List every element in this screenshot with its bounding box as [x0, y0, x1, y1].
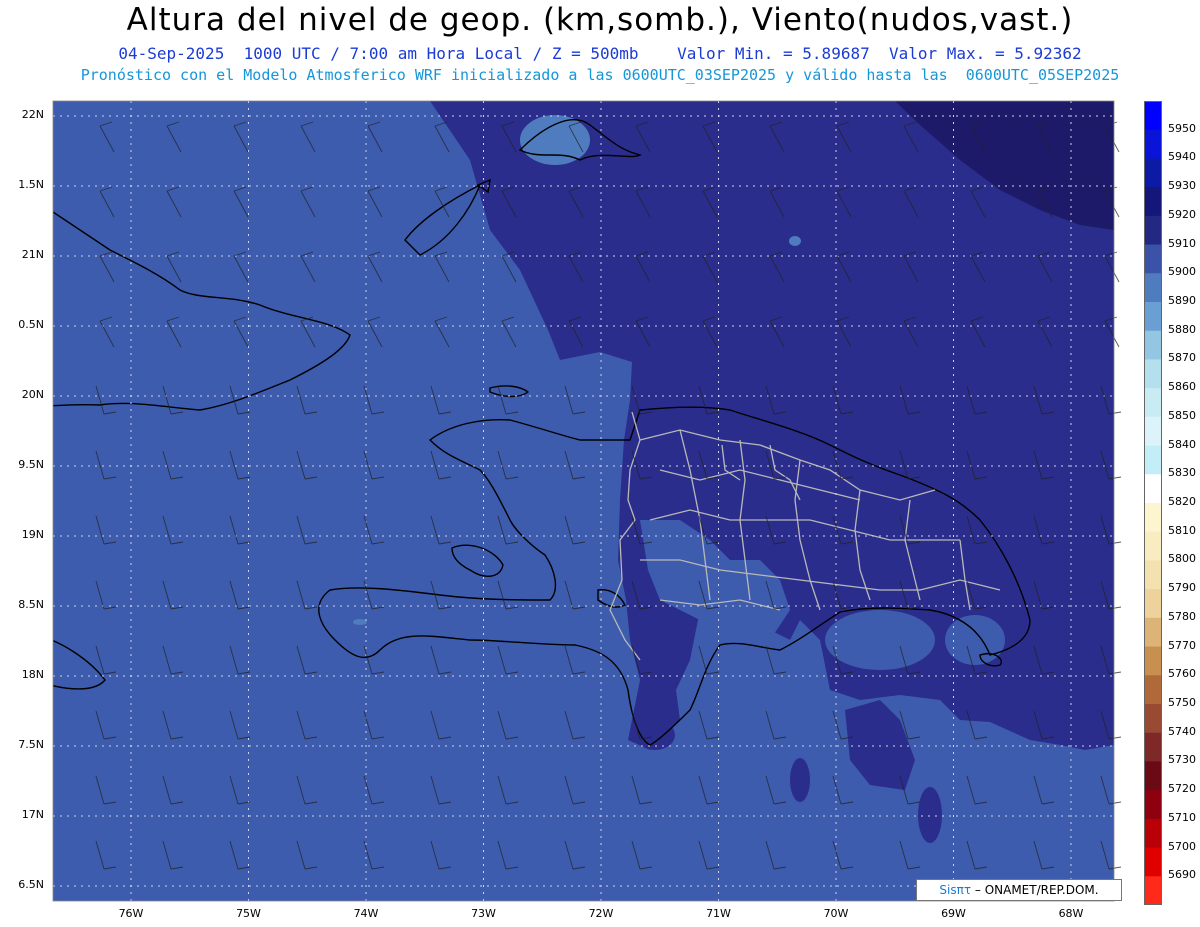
- lat-tick-label: 20N: [21, 388, 44, 401]
- colorbar-swatch: [1144, 790, 1162, 820]
- shade-5890-patch: [353, 619, 367, 625]
- colorbar-level-label: 5840: [1168, 437, 1196, 451]
- colorbar-level-label: 5750: [1168, 696, 1196, 709]
- shade-5910-patch: [918, 787, 942, 843]
- colorbar-level-label: 5940: [1168, 150, 1196, 164]
- colorbar-swatch: [1144, 416, 1162, 447]
- colorbar-level-label: 5850: [1168, 408, 1196, 422]
- colorbar-swatch: [1144, 215, 1162, 246]
- colorbar-swatch: [1144, 818, 1162, 849]
- colorbar-level-label: 5870: [1168, 351, 1196, 365]
- colorbar-swatch: [1144, 129, 1162, 159]
- shade-5890-patch: [789, 236, 801, 246]
- colorbar-swatch: [1144, 273, 1162, 303]
- colorbar-level-label: 5730: [1168, 753, 1196, 767]
- colorbar-swatch: [1144, 244, 1162, 274]
- lon-tick-label: 72W: [588, 907, 614, 920]
- colorbar-level-label: 5710: [1168, 810, 1196, 824]
- lon-tick-label: 68W: [1058, 907, 1084, 920]
- colorbar-swatch: [1144, 732, 1162, 762]
- colorbar-level-label: 5720: [1168, 782, 1196, 796]
- lat-tick-label: 18N: [21, 668, 44, 681]
- lon-tick-label: 75W: [236, 907, 261, 920]
- geopotential-map: [52, 100, 1122, 902]
- colorbar-level-label: 5690: [1168, 868, 1196, 882]
- credit-text: – ONAMET/REP.DOM.: [971, 883, 1099, 897]
- lon-tick-label: 73W: [471, 907, 496, 920]
- sispi-logo-text: Sisπτ: [939, 883, 972, 897]
- colorbar-level-label: 5910: [1168, 236, 1196, 250]
- colorbar-swatch: [1144, 101, 1162, 131]
- colorbar-swatch: [1144, 675, 1162, 705]
- lat-tick-label: 9.5N: [18, 458, 44, 471]
- colorbar-swatch: [1144, 560, 1162, 590]
- colorbar-swatch: [1144, 302, 1162, 332]
- lat-tick-label: 1.5N: [18, 178, 44, 191]
- colorbar-level-label: 5860: [1168, 380, 1196, 394]
- colorbar-level-label: 5950: [1168, 121, 1196, 135]
- colorbar-swatch: [1144, 617, 1162, 648]
- colorbar-level-label: 5920: [1168, 207, 1196, 221]
- lat-tick-label: 0.5N: [18, 318, 44, 331]
- colorbar: [1144, 101, 1162, 905]
- colorbar-level-label: 5890: [1168, 294, 1196, 307]
- colorbar-swatch: [1144, 330, 1162, 360]
- colorbar-swatch: [1144, 531, 1162, 561]
- credit-box: Sisπτ – ONAMET/REP.DOM.: [916, 879, 1122, 901]
- colorbar-level-label: 5760: [1168, 667, 1196, 681]
- colorbar-swatch: [1144, 704, 1162, 734]
- colorbar-level-label: 5900: [1168, 265, 1196, 279]
- lon-tick-label: 76W: [118, 907, 144, 920]
- lon-tick-label: 71W: [706, 907, 731, 920]
- colorbar-swatch: [1144, 876, 1162, 905]
- colorbar-swatch: [1144, 646, 1162, 676]
- colorbar-swatch: [1144, 589, 1162, 619]
- colorbar-level-label: 5770: [1168, 638, 1196, 652]
- colorbar-level-label: 5880: [1168, 322, 1196, 336]
- shade-5900-pocket: [825, 610, 935, 670]
- colorbar-level-label: 5930: [1168, 179, 1196, 193]
- colorbar-level-label: 5820: [1168, 495, 1196, 508]
- shade-5910-patch: [790, 758, 810, 802]
- colorbar-swatch: [1144, 474, 1162, 504]
- colorbar-swatch: [1144, 503, 1162, 533]
- lat-tick-label: 19N: [21, 528, 44, 541]
- lat-tick-label: 21N: [21, 248, 44, 261]
- colorbar-swatch: [1144, 187, 1162, 217]
- colorbar-level-label: 5780: [1168, 609, 1196, 623]
- colorbar-swatch: [1144, 445, 1162, 475]
- colorbar-level-label: 5800: [1168, 552, 1196, 566]
- lon-tick-label: 70W: [823, 907, 849, 920]
- lon-tick-label: 69W: [941, 907, 966, 920]
- colorbar-level-label: 5790: [1168, 581, 1196, 595]
- colorbar-swatch: [1144, 359, 1162, 389]
- colorbar-swatch: [1144, 761, 1162, 791]
- colorbar-swatch: [1144, 847, 1162, 877]
- colorbar-level-label: 5740: [1168, 724, 1196, 738]
- colorbar-level-label: 5810: [1168, 523, 1196, 537]
- lat-tick-label: 6.5N: [18, 878, 44, 891]
- lat-tick-label: 8.5N: [18, 598, 44, 611]
- colorbar-level-label: 5700: [1168, 839, 1196, 853]
- lon-tick-label: 74W: [353, 907, 379, 920]
- colorbar-swatch: [1144, 158, 1162, 188]
- lat-tick-label: 7.5N: [18, 738, 44, 751]
- lat-tick-label: 17N: [21, 808, 44, 821]
- colorbar-level-label: 5830: [1168, 466, 1196, 480]
- colorbar-swatch: [1144, 388, 1162, 418]
- lat-tick-label: 22N: [21, 108, 44, 121]
